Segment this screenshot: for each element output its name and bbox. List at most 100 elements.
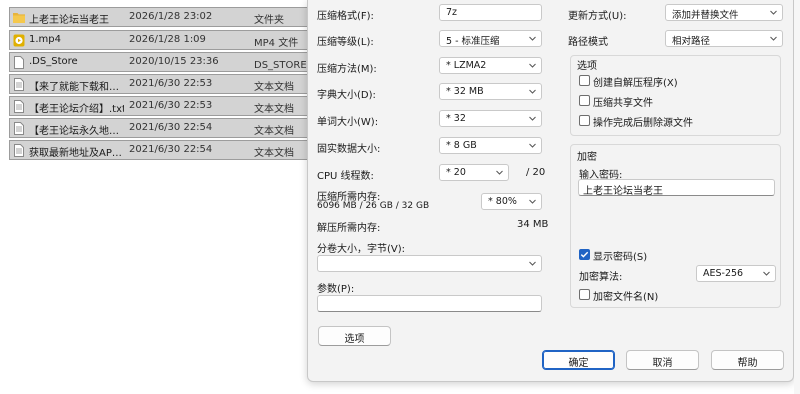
file-date: 2026/1/28 1:09 xyxy=(129,34,206,45)
level-value: 5 - 标准压缩 xyxy=(446,36,500,47)
encryption-group: 加密 输入密码: 上老王论坛当老王 显示密码(S) 加密算法: AES-256 … xyxy=(570,144,781,308)
blank-file-icon xyxy=(14,56,24,69)
solid-size-label: 固实数据大小: xyxy=(317,144,381,155)
file-type: 文件夹 xyxy=(254,15,284,26)
file-row[interactable]: 获取最新地址及AP… 2021/6/30 22:54 文本文档 xyxy=(9,140,310,160)
method-value: * LZMA2 xyxy=(446,60,487,71)
show-password-label: 显示密码(S) xyxy=(593,252,648,263)
file-type: 文本文档 xyxy=(254,82,294,93)
split-size-label: 分卷大小，字节(V): xyxy=(317,244,406,255)
text-file-icon xyxy=(14,78,24,91)
file-name: 上老王论坛当老王 xyxy=(29,15,109,26)
checkmark-icon xyxy=(580,251,589,258)
format-select[interactable]: 7z xyxy=(439,4,542,21)
password-input[interactable]: 上老王论坛当老王 xyxy=(578,179,775,197)
delete-after-checkbox[interactable] xyxy=(579,115,590,126)
decompress-memory-value: 34 MB xyxy=(517,219,549,230)
cpu-threads-label: CPU 线程数: xyxy=(317,171,374,182)
parameters-input[interactable] xyxy=(317,295,542,312)
chevron-down-icon xyxy=(529,143,536,148)
file-date: 2021/6/30 22:53 xyxy=(129,100,213,111)
split-size-combobox[interactable] xyxy=(317,255,542,272)
file-type: 文本文档 xyxy=(254,104,294,115)
file-row[interactable]: 【来了就能下载和… 2021/6/30 22:53 文本文档 xyxy=(9,74,310,94)
file-row[interactable]: 上老王论坛当老王 2026/1/28 23:02 文件夹 xyxy=(9,7,310,27)
file-name: 【老王论坛介绍】.txt xyxy=(29,104,124,115)
chevron-down-icon xyxy=(529,36,536,41)
options-button[interactable]: 选项 xyxy=(318,326,391,346)
password-value: 上老王论坛当老王 xyxy=(583,186,663,197)
file-date: 2020/10/15 23:36 xyxy=(129,56,219,67)
file-date: 2026/1/28 23:02 xyxy=(129,11,213,22)
word-size-select[interactable]: * 32 xyxy=(439,110,542,127)
chevron-down-icon xyxy=(529,89,536,94)
file-name: 1.mp4 xyxy=(29,34,61,45)
folder-icon xyxy=(13,13,25,23)
update-mode-select[interactable]: 添加并替换文件 xyxy=(665,4,783,21)
dict-size-select[interactable]: * 32 MB xyxy=(439,83,542,100)
file-type: 文本文档 xyxy=(254,148,294,159)
file-row[interactable]: 1.mp4 2026/1/28 1:09 MP4 文件 xyxy=(9,30,310,50)
file-date: 2021/6/30 22:53 xyxy=(129,78,213,89)
file-row[interactable]: .DS_Store 2020/10/15 23:36 DS_STORE 文件 xyxy=(9,52,311,72)
chevron-down-icon xyxy=(529,63,536,68)
path-mode-value: 相对路径 xyxy=(672,36,711,47)
cancel-button[interactable]: 取消 xyxy=(626,350,699,370)
level-label: 压缩等级(L): xyxy=(317,37,374,48)
chevron-down-icon xyxy=(496,170,503,175)
cpu-threads-select[interactable]: * 20 xyxy=(439,164,509,181)
encrypt-names-checkbox[interactable] xyxy=(579,289,590,300)
update-mode-label: 更新方式(U): xyxy=(568,11,627,22)
file-name: 【老王论坛永久地… xyxy=(29,126,119,137)
encryption-method-label: 加密算法: xyxy=(579,272,623,283)
update-mode-value: 添加并替换文件 xyxy=(672,10,739,21)
compress-memory-detail: 6096 MB / 26 GB / 32 GB xyxy=(317,201,430,211)
background-edge xyxy=(794,0,800,394)
method-label: 压缩方法(M): xyxy=(317,64,377,75)
encrypt-names-label: 加密文件名(N) xyxy=(593,292,659,303)
media-file-icon xyxy=(13,34,25,47)
file-name: .DS_Store xyxy=(29,56,78,67)
encryption-method-select[interactable]: AES-256 xyxy=(696,265,776,282)
memory-percent-select[interactable]: * 80% xyxy=(481,193,542,210)
file-row[interactable]: 【老王论坛介绍】.txt 2021/6/30 22:53 文本文档 xyxy=(9,96,310,116)
file-type: MP4 文件 xyxy=(254,38,299,49)
chevron-down-icon xyxy=(770,10,777,15)
encryption-method-value: AES-256 xyxy=(703,268,744,279)
ok-button[interactable]: 确定 xyxy=(542,350,615,370)
file-row[interactable]: 【老王论坛永久地… 2021/6/30 22:54 文本文档 xyxy=(9,118,310,138)
text-file-icon xyxy=(14,100,24,113)
sfx-checkbox[interactable] xyxy=(579,75,590,86)
dict-size-value: * 32 MB xyxy=(446,86,484,97)
chevron-down-icon xyxy=(529,199,536,204)
shared-files-checkbox-label: 压缩共享文件 xyxy=(593,98,653,109)
method-select[interactable]: * LZMA2 xyxy=(439,57,542,74)
word-size-label: 单词大小(W): xyxy=(317,117,379,128)
memory-percent-value: * 80% xyxy=(488,196,517,207)
show-password-checkbox[interactable] xyxy=(579,249,590,260)
dict-size-label: 字典大小(D): xyxy=(317,90,376,101)
file-type: 文本文档 xyxy=(254,126,294,137)
cpu-threads-value: * 20 xyxy=(446,167,466,178)
cpu-threads-total: / 20 xyxy=(526,167,546,178)
file-date: 2021/6/30 22:54 xyxy=(129,144,213,155)
parameters-label: 参数(P): xyxy=(317,284,355,295)
format-label: 压缩格式(F): xyxy=(317,11,374,22)
file-explorer-list: 上老王论坛当老王 2026/1/28 23:02 文件夹 1.mp4 2026/… xyxy=(0,0,311,394)
delete-after-checkbox-label: 操作完成后删除源文件 xyxy=(593,118,693,129)
path-mode-select[interactable]: 相对路径 xyxy=(665,30,783,47)
help-button[interactable]: 帮助 xyxy=(711,350,784,370)
format-value: 7z xyxy=(446,7,458,18)
chevron-down-icon xyxy=(529,261,536,266)
level-select[interactable]: 5 - 标准压缩 xyxy=(439,30,542,47)
chevron-down-icon xyxy=(529,116,536,121)
word-size-value: * 32 xyxy=(446,113,466,124)
shared-files-checkbox[interactable] xyxy=(579,95,590,106)
file-name: 【来了就能下载和… xyxy=(29,82,119,93)
solid-size-select[interactable]: * 8 GB xyxy=(439,137,542,154)
solid-size-value: * 8 GB xyxy=(446,140,477,151)
file-name: 获取最新地址及AP… xyxy=(29,148,122,159)
options-group-title: 选项 xyxy=(577,61,597,72)
add-to-archive-dialog: 压缩格式(F): 7z 压缩等级(L): 5 - 标准压缩 压缩方法(M): *… xyxy=(307,0,794,382)
decompress-memory-label: 解压所需内存: xyxy=(317,223,381,234)
